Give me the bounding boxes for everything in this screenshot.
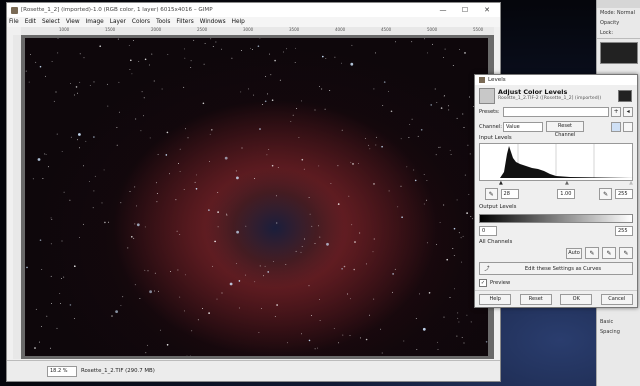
histogram bbox=[479, 143, 634, 181]
menu-tools[interactable]: Tools bbox=[156, 19, 170, 25]
channel-label: Channel: bbox=[479, 123, 503, 130]
linear-histogram-button[interactable] bbox=[611, 121, 621, 132]
presets-label: Presets: bbox=[479, 109, 500, 115]
nebula-image[interactable] bbox=[25, 38, 488, 356]
output-low-spin[interactable]: 0 bbox=[479, 226, 497, 236]
status-text: Rosette_1_2.TIF (290.7 MB) bbox=[81, 368, 155, 374]
opacity-label[interactable]: Opacity bbox=[597, 18, 640, 28]
menu-file[interactable]: File bbox=[9, 19, 19, 25]
layer-thumbnail[interactable] bbox=[600, 42, 638, 64]
histogram-plot bbox=[480, 144, 634, 178]
ruler-tick: 2500 bbox=[197, 27, 208, 32]
menu-colors[interactable]: Colors bbox=[132, 19, 150, 25]
white-point-handle[interactable]: ▲ bbox=[629, 180, 633, 186]
ruler-tick: 1000 bbox=[59, 27, 70, 32]
star-field bbox=[25, 38, 488, 356]
gamma-spin[interactable]: 1.00 bbox=[557, 189, 576, 199]
pick-white-point-icon[interactable]: ✎ bbox=[619, 247, 633, 259]
output-levels-label: Output Levels bbox=[479, 204, 517, 210]
tool-option-basic[interactable]: Basic bbox=[597, 317, 640, 327]
output-high-spin[interactable]: 255 bbox=[615, 226, 633, 236]
menu-help[interactable]: Help bbox=[232, 19, 245, 25]
levels-subheading: Rosette_1_2.TIF-2 ([Rosette_1_2] (import… bbox=[498, 96, 602, 101]
pick-gray-point-icon[interactable]: ✎ bbox=[602, 247, 616, 259]
reset-button[interactable]: Reset bbox=[519, 293, 552, 305]
input-low-spin[interactable]: 28 bbox=[500, 189, 519, 199]
maximize-button[interactable]: ☐ bbox=[454, 4, 476, 16]
menu-image[interactable]: Image bbox=[86, 19, 104, 25]
menu-view[interactable]: View bbox=[66, 19, 80, 25]
levels-dialog: Levels Adjust Color Levels Rosette_1_2.T… bbox=[474, 74, 638, 308]
preview-label: Preview bbox=[490, 280, 511, 286]
minimize-button[interactable]: — bbox=[432, 4, 454, 16]
ruler-tick: 4500 bbox=[381, 27, 392, 32]
black-eyedropper-icon[interactable]: ✎ bbox=[485, 188, 498, 200]
levels-app-icon bbox=[479, 77, 485, 83]
preview-toggle[interactable]: ✓ Preview bbox=[475, 278, 637, 288]
ruler-tick: 3500 bbox=[289, 27, 300, 32]
add-preset-button[interactable]: + bbox=[611, 107, 622, 117]
input-high-spin[interactable]: 255 bbox=[614, 189, 634, 199]
output-gradient[interactable] bbox=[479, 214, 633, 223]
edit-as-curves-button[interactable]: ⤴ Edit these Settings as Curves bbox=[479, 262, 633, 275]
levels-titlebar[interactable]: Levels bbox=[475, 75, 637, 85]
ruler-tick: 1500 bbox=[105, 27, 116, 32]
auto-button[interactable]: Auto bbox=[566, 247, 582, 259]
channel-combo[interactable]: Value bbox=[503, 121, 543, 132]
menu-bar: File Edit Select View Image Layer Colors… bbox=[7, 17, 500, 27]
cancel-button[interactable]: Cancel bbox=[600, 293, 633, 305]
menu-filters[interactable]: Filters bbox=[176, 19, 193, 25]
reset-channel-button[interactable]: Reset Channel bbox=[546, 121, 584, 138]
window-titlebar[interactable]: [Rosette_1_2] (imported)-1.0 (RGB color,… bbox=[7, 3, 500, 17]
help-button[interactable]: Help bbox=[479, 293, 512, 305]
window-title: [Rosette_1_2] (imported)-1.0 (RGB color,… bbox=[21, 7, 213, 13]
white-eyedropper-icon[interactable]: ✎ bbox=[599, 188, 612, 200]
dock-tabs[interactable] bbox=[597, 0, 640, 8]
image-thumbnail bbox=[618, 90, 632, 102]
ruler-tick: 5000 bbox=[427, 27, 438, 32]
gimp-app-icon bbox=[11, 6, 18, 14]
spacing-label[interactable]: Spacing bbox=[597, 327, 640, 337]
canvas-area[interactable] bbox=[21, 35, 494, 359]
levels-title: Levels bbox=[488, 77, 506, 83]
preset-menu-button[interactable]: ◂ bbox=[623, 107, 634, 117]
presets-combo[interactable] bbox=[502, 107, 610, 117]
menu-windows[interactable]: Windows bbox=[200, 19, 226, 25]
ruler-tick: 4000 bbox=[335, 27, 346, 32]
gamma-handle[interactable]: ▲ bbox=[565, 180, 569, 186]
status-bar: 18.2 % Rosette_1_2.TIF (290.7 MB) bbox=[7, 360, 500, 381]
ruler-tick: 3000 bbox=[243, 27, 254, 32]
gimp-image-window: [Rosette_1_2] (imported)-1.0 (RGB color,… bbox=[6, 2, 501, 382]
menu-layer[interactable]: Layer bbox=[110, 19, 126, 25]
input-slider-track[interactable]: ▲ ▲ ▲ bbox=[479, 180, 633, 186]
ruler-tick: 5500 bbox=[473, 27, 484, 32]
levels-heading: Adjust Color Levels bbox=[498, 88, 568, 96]
preview-checkbox[interactable]: ✓ bbox=[479, 279, 487, 287]
levels-icon bbox=[479, 88, 495, 104]
mode-label[interactable]: Mode: Normal bbox=[597, 8, 640, 18]
pick-black-point-icon[interactable]: ✎ bbox=[585, 247, 599, 259]
ruler-tick: 2000 bbox=[151, 27, 162, 32]
black-point-handle[interactable]: ▲ bbox=[499, 180, 503, 186]
zoom-selector[interactable]: 18.2 % bbox=[47, 365, 77, 377]
log-histogram-button[interactable] bbox=[623, 121, 633, 132]
curves-icon: ⤴ bbox=[484, 266, 490, 272]
menu-select[interactable]: Select bbox=[42, 19, 60, 25]
all-channels-label: All Channels bbox=[479, 239, 513, 245]
close-button[interactable]: ✕ bbox=[476, 4, 498, 16]
edit-as-curves-label: Edit these Settings as Curves bbox=[524, 265, 602, 272]
ok-button[interactable]: OK bbox=[560, 293, 593, 305]
lock-label[interactable]: Lock: bbox=[597, 28, 640, 38]
menu-edit[interactable]: Edit bbox=[25, 19, 36, 25]
